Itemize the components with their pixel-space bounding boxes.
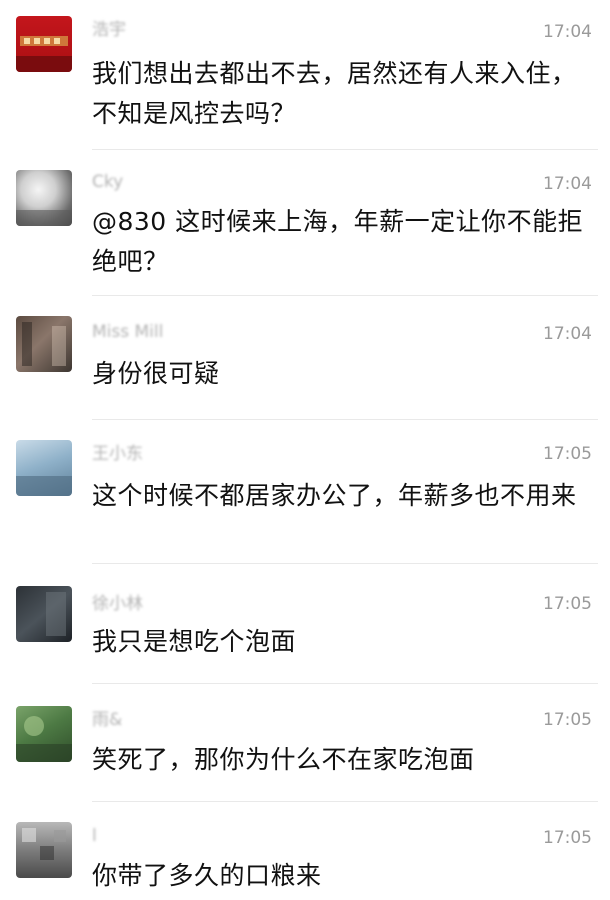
chat-message: Miss Mill 17:04 身份很可疑 — [0, 296, 610, 420]
message-text: 身份很可疑 — [92, 359, 220, 388]
timestamp: 17:05 — [543, 828, 592, 848]
sender-name: Miss Mill — [92, 322, 164, 342]
chat-message: l 17:05 你带了多久的口粮来 — [0, 802, 610, 900]
chat-message: 王小东 17:05 这个时候不都居家办公了，年薪多也不用来 — [0, 420, 610, 564]
photo-icon — [22, 322, 66, 366]
timestamp: 17:04 — [543, 324, 592, 344]
avatar[interactable] — [16, 316, 72, 372]
avatar[interactable] — [16, 822, 72, 878]
red-banner-icon — [16, 36, 72, 72]
timestamp: 17:04 — [543, 22, 592, 42]
chat-feed: 浩宇 17:04 我们想出去都出不去，居然还有人来入住，不知是风控去吗？ Cky… — [0, 0, 610, 900]
photo-icon — [46, 592, 66, 636]
message-text: 你带了多久的口粮来 — [92, 861, 322, 890]
photo-icon — [16, 210, 72, 226]
timestamp: 17:04 — [543, 174, 592, 194]
sender-name: 王小东 — [92, 444, 143, 464]
sender-name: 雨& — [92, 710, 123, 730]
timestamp: 17:05 — [543, 594, 592, 614]
message-text: 我们想出去都出不去，居然还有人来入住，不知是风控去吗？ — [92, 59, 577, 128]
chat-message: 雨& 17:05 笑死了，那你为什么不在家吃泡面 — [0, 684, 610, 802]
chat-message: Cky 17:04 @830 这时候来上海，年薪一定让你不能拒绝吧？ — [0, 150, 610, 296]
timestamp: 17:05 — [543, 444, 592, 464]
avatar[interactable] — [16, 170, 72, 226]
message-text: 我只是想吃个泡面 — [92, 627, 297, 656]
message-text: 笑死了，那你为什么不在家吃泡面 — [92, 745, 475, 774]
avatar[interactable] — [16, 706, 72, 762]
avatar[interactable] — [16, 16, 72, 72]
photo-icon — [16, 476, 72, 496]
photo-icon — [16, 716, 72, 762]
photo-icon — [22, 828, 66, 860]
avatar[interactable] — [16, 586, 72, 642]
chat-message: 徐小林 17:05 我只是想吃个泡面 — [0, 564, 610, 684]
avatar[interactable] — [16, 440, 72, 496]
message-text: 这个时候不都居家办公了，年薪多也不用来 — [92, 481, 577, 510]
sender-name: 徐小林 — [92, 594, 143, 614]
sender-name: l — [92, 826, 97, 846]
message-text: @830 这时候来上海，年薪一定让你不能拒绝吧？ — [92, 207, 584, 276]
sender-name: Cky — [92, 172, 124, 192]
chat-message: 浩宇 17:04 我们想出去都出不去，居然还有人来入住，不知是风控去吗？ — [0, 0, 610, 150]
sender-name: 浩宇 — [92, 20, 126, 40]
timestamp: 17:05 — [543, 710, 592, 730]
